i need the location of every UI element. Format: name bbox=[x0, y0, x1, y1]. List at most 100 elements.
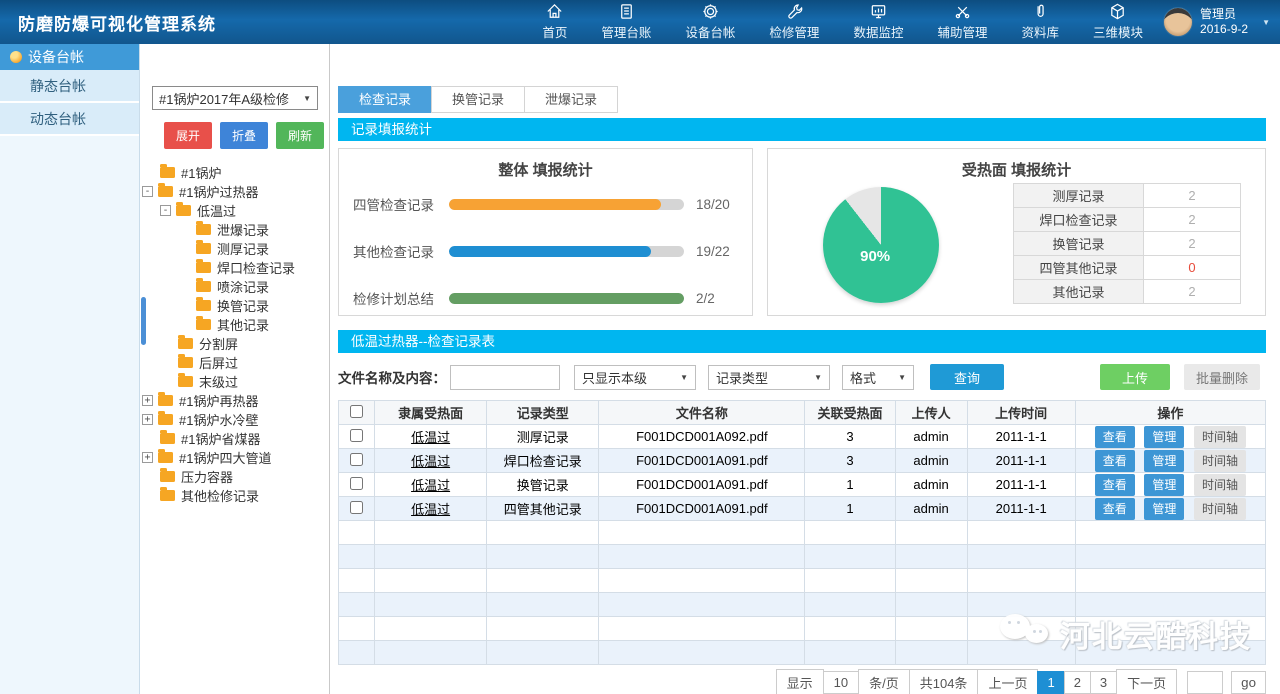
expand-toggle-icon[interactable]: + bbox=[142, 395, 153, 406]
batch-delete-button[interactable]: 批量删除 bbox=[1184, 364, 1260, 390]
next-page-button[interactable]: 下一页 bbox=[1116, 669, 1177, 694]
surface-link[interactable]: 低温过 bbox=[411, 478, 450, 493]
chevron-down-icon: ▼ bbox=[1262, 18, 1270, 27]
timeline-button[interactable]: 时间轴 bbox=[1194, 450, 1246, 472]
view-button[interactable]: 查看 bbox=[1095, 426, 1135, 448]
page-jump-input[interactable] bbox=[1187, 671, 1223, 694]
folder-icon bbox=[196, 300, 211, 311]
file-search-input[interactable] bbox=[450, 365, 560, 390]
folder-icon bbox=[196, 224, 211, 235]
user-menu[interactable]: 管理员 2016-9-2 ▼ bbox=[1163, 0, 1270, 44]
tree-node-reheater[interactable]: +#1锅炉再热器 bbox=[140, 391, 329, 410]
timeline-button[interactable]: 时间轴 bbox=[1194, 474, 1246, 496]
sidebar-item-device-ledger[interactable]: 设备台帐 bbox=[0, 44, 139, 70]
table-row-empty bbox=[339, 641, 1266, 665]
sidebar-item-static-ledger[interactable]: 静态台帐 bbox=[0, 70, 139, 103]
expand-toggle-icon[interactable]: + bbox=[142, 452, 153, 463]
table-row: 低温过 测厚记录 F001DCD001A092.pdf 3 admin 2011… bbox=[339, 425, 1266, 449]
tree-node-economizer[interactable]: #1锅炉省煤器 bbox=[140, 429, 329, 448]
timeline-button[interactable]: 时间轴 bbox=[1194, 498, 1246, 520]
go-button[interactable]: go bbox=[1231, 671, 1266, 694]
page-button-2[interactable]: 2 bbox=[1064, 671, 1091, 694]
tree-node-division-panel[interactable]: 分割屏 bbox=[140, 334, 329, 353]
nav-item-library[interactable]: 资料库 bbox=[1004, 0, 1076, 44]
page-button-1[interactable]: 1 bbox=[1037, 671, 1064, 694]
view-button[interactable]: 查看 bbox=[1095, 498, 1135, 520]
nav-item-management-ledger[interactable]: 管理台账 bbox=[584, 0, 668, 44]
tree-node-other-records[interactable]: 其他记录 bbox=[140, 315, 329, 334]
manage-button[interactable]: 管理 bbox=[1144, 426, 1184, 448]
timeline-button[interactable]: 时间轴 bbox=[1194, 426, 1246, 448]
table-row: 其他记录2 bbox=[1014, 280, 1241, 304]
home-icon bbox=[545, 2, 564, 21]
tree-node-pressure-vessel[interactable]: 压力容器 bbox=[140, 467, 329, 486]
view-button[interactable]: 查看 bbox=[1095, 450, 1135, 472]
tab-inspection-records[interactable]: 检查记录 bbox=[338, 86, 432, 113]
nav-item-3d-module[interactable]: 三维模块 bbox=[1076, 0, 1160, 44]
nav-item-home[interactable]: 首页 bbox=[525, 0, 584, 44]
nav-item-data-monitor[interactable]: 数据监控 bbox=[836, 0, 920, 44]
folder-icon bbox=[176, 205, 191, 216]
collapse-toggle-icon[interactable]: - bbox=[142, 186, 153, 197]
collapse-button[interactable]: 折叠 bbox=[220, 122, 268, 149]
row-checkbox[interactable] bbox=[350, 501, 363, 514]
table-row: 低温过 四管其他记录 F001DCD001A091.pdf 1 admin 20… bbox=[339, 497, 1266, 521]
scrollbar-thumb[interactable] bbox=[141, 297, 146, 345]
manage-button[interactable]: 管理 bbox=[1144, 474, 1184, 496]
select-all-checkbox[interactable] bbox=[350, 405, 363, 418]
row-checkbox[interactable] bbox=[350, 477, 363, 490]
tree-node-final-stage[interactable]: 末级过 bbox=[140, 372, 329, 391]
nav-item-auxiliary[interactable]: 辅助管理 bbox=[920, 0, 1004, 44]
page-size-value[interactable]: 10 bbox=[823, 671, 859, 694]
tab-tube-change-records[interactable]: 换管记录 bbox=[431, 86, 525, 113]
heating-stats-title: 受热面 填报统计 bbox=[768, 159, 1265, 180]
main-nav: 首页 管理台账 设备台帐 检修管理 数据监控 辅助管理 资料库 三维模块 bbox=[525, 0, 1160, 44]
nav-item-device-ledger[interactable]: 设备台帐 bbox=[668, 0, 752, 44]
tree-node-other-overhaul[interactable]: 其他检修记录 bbox=[140, 486, 329, 505]
collapse-toggle-icon[interactable]: - bbox=[160, 205, 171, 216]
table-row: 低温过 焊口检查记录 F001DCD001A091.pdf 3 admin 20… bbox=[339, 449, 1266, 473]
folder-icon bbox=[196, 281, 211, 292]
nav-item-maintenance[interactable]: 检修管理 bbox=[752, 0, 836, 44]
total-count: 共104条 bbox=[909, 669, 979, 694]
tree-node-four-pipes[interactable]: +#1锅炉四大管道 bbox=[140, 448, 329, 467]
progress-track bbox=[449, 293, 684, 304]
surface-link[interactable]: 低温过 bbox=[411, 430, 450, 445]
folder-icon bbox=[196, 243, 211, 254]
tree-node-boiler1[interactable]: #1锅炉 bbox=[140, 163, 329, 182]
tree-node-thickness-records[interactable]: 测厚记录 bbox=[140, 239, 329, 258]
top-bar: 防磨防爆可视化管理系统 首页 管理台账 设备台帐 检修管理 数据监控 辅助管理 … bbox=[0, 0, 1280, 44]
page-button-3[interactable]: 3 bbox=[1090, 671, 1117, 694]
surface-link[interactable]: 低温过 bbox=[411, 454, 450, 469]
row-checkbox[interactable] bbox=[350, 429, 363, 442]
upload-button[interactable]: 上传 bbox=[1100, 364, 1170, 390]
scope-select[interactable]: 只显示本级 ▼ bbox=[574, 365, 696, 390]
surface-link[interactable]: 低温过 bbox=[411, 502, 450, 517]
tree-node-superheater[interactable]: -#1锅炉过热器 bbox=[140, 182, 329, 201]
tab-burst-records[interactable]: 泄爆记录 bbox=[524, 86, 618, 113]
refresh-button[interactable]: 刷新 bbox=[276, 122, 324, 149]
prev-page-button[interactable]: 上一页 bbox=[977, 669, 1038, 694]
tools-icon bbox=[953, 2, 972, 21]
view-button[interactable]: 查看 bbox=[1095, 474, 1135, 496]
folder-icon bbox=[158, 414, 173, 425]
overhaul-select[interactable]: #1锅炉2017年A级检修 ▼ bbox=[152, 86, 318, 110]
search-button[interactable]: 查询 bbox=[930, 364, 1004, 390]
record-type-select[interactable]: 记录类型 ▼ bbox=[708, 365, 830, 390]
progress-value: 19/22 bbox=[696, 244, 738, 259]
manage-button[interactable]: 管理 bbox=[1144, 450, 1184, 472]
sidebar-item-dynamic-ledger[interactable]: 动态台帐 bbox=[0, 103, 139, 136]
tree-node-low-temp[interactable]: -低温过 bbox=[140, 201, 329, 220]
tree-node-burst-records[interactable]: 泄爆记录 bbox=[140, 220, 329, 239]
tree-node-weld-records[interactable]: 焊口检查记录 bbox=[140, 258, 329, 277]
row-checkbox[interactable] bbox=[350, 453, 363, 466]
tree-node-water-wall[interactable]: +#1锅炉水冷壁 bbox=[140, 410, 329, 429]
tree-node-tube-change-records[interactable]: 换管记录 bbox=[140, 296, 329, 315]
expand-toggle-icon[interactable]: + bbox=[142, 414, 153, 425]
expand-button[interactable]: 展开 bbox=[164, 122, 212, 149]
format-select[interactable]: 格式 ▼ bbox=[842, 365, 914, 390]
chevron-down-icon: ▼ bbox=[303, 94, 311, 103]
manage-button[interactable]: 管理 bbox=[1144, 498, 1184, 520]
tree-node-spray-records[interactable]: 喷涂记录 bbox=[140, 277, 329, 296]
tree-node-rear-panel[interactable]: 后屏过 bbox=[140, 353, 329, 372]
